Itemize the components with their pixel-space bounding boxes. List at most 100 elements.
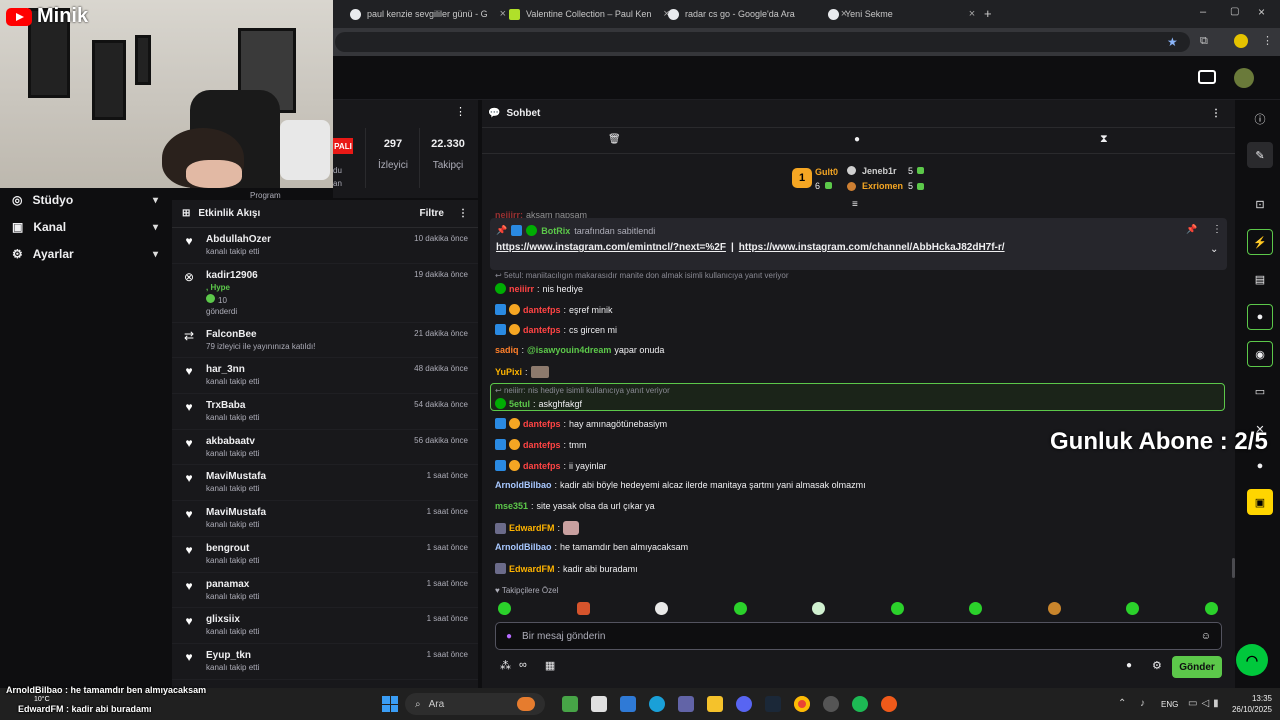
language-indicator[interactable]: ENG	[1161, 700, 1178, 709]
clapper-icon[interactable]: ▣	[1247, 489, 1273, 515]
search-icon: ⌕	[415, 698, 421, 710]
tray-icons[interactable]: ▭◁▮	[1188, 698, 1223, 709]
pinned-by-user: BotRix	[541, 225, 571, 236]
windows-start-icon[interactable]	[382, 696, 398, 712]
filter-button[interactable]: Filtre	[420, 208, 444, 219]
emote-icon[interactable]	[576, 602, 590, 615]
emote-icon[interactable]	[890, 602, 904, 615]
feed-user: bengrout	[206, 542, 250, 554]
teams-icon[interactable]	[678, 696, 694, 712]
emoji-icon[interactable]: ☺	[1201, 631, 1211, 642]
more-icon[interactable]: ⋮	[458, 208, 468, 219]
new-tab-icon[interactable]: +	[984, 6, 992, 21]
taskbar-search[interactable]: ⌕ Ara	[405, 693, 545, 715]
menu-icon[interactable]: ⋮	[1262, 34, 1273, 47]
minimize-icon[interactable]: –	[1200, 6, 1206, 18]
hype-count: 10	[218, 295, 227, 305]
url-input[interactable]	[335, 32, 1190, 52]
folder-icon[interactable]	[707, 696, 723, 712]
trash-icon[interactable]: 🗑	[608, 134, 621, 145]
bubble-icon[interactable]: ●	[854, 134, 860, 145]
chevron-down-icon: ▾	[152, 221, 158, 233]
users-icon[interactable]: ⁂	[500, 659, 511, 672]
followers-count: 22.330	[431, 138, 465, 150]
list-icon[interactable]: ▤	[1247, 266, 1273, 292]
close-icon[interactable]: ×	[500, 8, 506, 20]
store-icon[interactable]: ▦	[545, 659, 555, 672]
emote-icon[interactable]	[498, 602, 511, 615]
unpin-icon[interactable]: 📌	[1186, 224, 1197, 235]
subscriber-badge	[509, 324, 520, 335]
copilot-icon[interactable]	[562, 696, 578, 712]
more-icon[interactable]: ⋮	[1212, 224, 1222, 235]
outlook-icon[interactable]	[620, 696, 636, 712]
chat-rail-icon[interactable]: ●	[1247, 304, 1273, 330]
chat-mention[interactable]: @isawyouin4dream	[527, 345, 611, 355]
browser-tab[interactable]: Valentine Collection – Paul Ken ×	[509, 4, 670, 24]
live-mode-icon[interactable]	[1198, 70, 1216, 84]
emote-icon[interactable]	[1204, 602, 1218, 615]
chevron-up-icon[interactable]: ⌃	[1118, 698, 1126, 709]
discord-icon[interactable]	[736, 696, 752, 712]
info-icon[interactable]: ⓘ	[1247, 106, 1273, 132]
sidebar-item-settings[interactable]: ⚙ Ayarlar ▾	[0, 241, 170, 267]
emote-icon[interactable]	[969, 602, 983, 615]
browser-tab[interactable]: Yeni Sekme ×	[828, 4, 975, 24]
hourglass-icon[interactable]: ⧗	[1100, 133, 1108, 146]
leader-count: 5	[908, 166, 914, 176]
chevron-down-icon[interactable]: ⌄	[1210, 244, 1218, 255]
overlay-text: : he tamamdır ben almıyacaksam	[65, 685, 207, 695]
more-icon[interactable]: ⋮	[333, 105, 478, 125]
emote-icon[interactable]	[655, 602, 669, 615]
reply-text: neiiirr: nis hediye isimli kullanıcıya y…	[503, 386, 670, 395]
pin-rail-icon[interactable]: ●	[1247, 453, 1273, 479]
obs-icon[interactable]	[823, 696, 839, 712]
chat-username: ArnoldBilbao	[495, 480, 552, 490]
profile-avatar[interactable]	[1234, 34, 1248, 48]
collapse-icon[interactable]: ≡	[852, 199, 858, 210]
clock-time[interactable]: 13:35	[1228, 694, 1272, 703]
sidebar-item-channel[interactable]: ▣ Kanal ▾	[0, 214, 170, 240]
sidebar-item-studio[interactable]: ◎ Stüdyo ▾	[0, 187, 170, 213]
pinned-link[interactable]: https://www.instagram.com/channel/AbbHck…	[739, 242, 1005, 253]
mic-icon[interactable]: ●	[506, 631, 512, 642]
emote-icon[interactable]	[812, 602, 826, 615]
support-chat-button[interactable]: ◠	[1236, 644, 1268, 676]
close-icon[interactable]: ×	[969, 8, 975, 20]
send-button[interactable]: Gönder	[1172, 656, 1222, 678]
viewers-label: İzleyici	[377, 160, 408, 171]
chat-input[interactable]: ● Bir mesaj gönderin ☺	[495, 622, 1222, 650]
infinity-icon[interactable]: ∞	[519, 659, 527, 672]
emote-icon[interactable]	[1047, 602, 1061, 615]
clock-date[interactable]: 26/10/2025	[1222, 705, 1272, 714]
mic-tray-icon[interactable]: ♪	[1140, 698, 1145, 709]
emote-icon[interactable]	[1126, 602, 1140, 615]
app-icon[interactable]	[881, 696, 897, 712]
feed-item: ♥ akbabaatv kanalı takip etti 56 dakika önc…	[172, 430, 478, 466]
browser-tab[interactable]: radar cs go - Google'da Ara ×	[668, 4, 847, 24]
steam-icon[interactable]	[765, 696, 781, 712]
scrollbar[interactable]	[1232, 558, 1235, 578]
chrome-icon[interactable]	[794, 696, 810, 712]
window-close-icon[interactable]: ×	[1258, 5, 1265, 19]
emote-icon[interactable]	[733, 602, 747, 615]
bus-icon[interactable]: ▭	[1247, 378, 1273, 404]
browser-tab[interactable]: paul kenzie sevgililer günü - G ×	[350, 4, 506, 24]
extensions-icon[interactable]: ⧉	[1200, 35, 1208, 48]
gear-icon[interactable]: ⚙	[1152, 659, 1162, 672]
more-icon[interactable]: ⋮	[1211, 108, 1221, 119]
chat-icon: 💬	[488, 108, 501, 119]
store-icon[interactable]	[591, 696, 607, 712]
clip-icon[interactable]: ⊡	[1247, 191, 1273, 217]
leader-count: 6	[815, 181, 821, 191]
bolt-icon[interactable]: ⚡	[1247, 229, 1273, 255]
maximize-icon[interactable]: ▢	[1230, 6, 1239, 17]
spotify-icon[interactable]	[852, 696, 868, 712]
star-icon[interactable]: ★	[1167, 35, 1178, 49]
pinned-link[interactable]: https://www.instagram.com/emintncl/?next…	[496, 242, 726, 253]
chat-bubble-icon[interactable]: ●	[1126, 660, 1132, 671]
user-avatar[interactable]	[1234, 68, 1254, 88]
broadcast-icon[interactable]: ◉	[1247, 341, 1273, 367]
edit-icon[interactable]: ✎	[1247, 142, 1273, 168]
edge-icon[interactable]	[649, 696, 665, 712]
